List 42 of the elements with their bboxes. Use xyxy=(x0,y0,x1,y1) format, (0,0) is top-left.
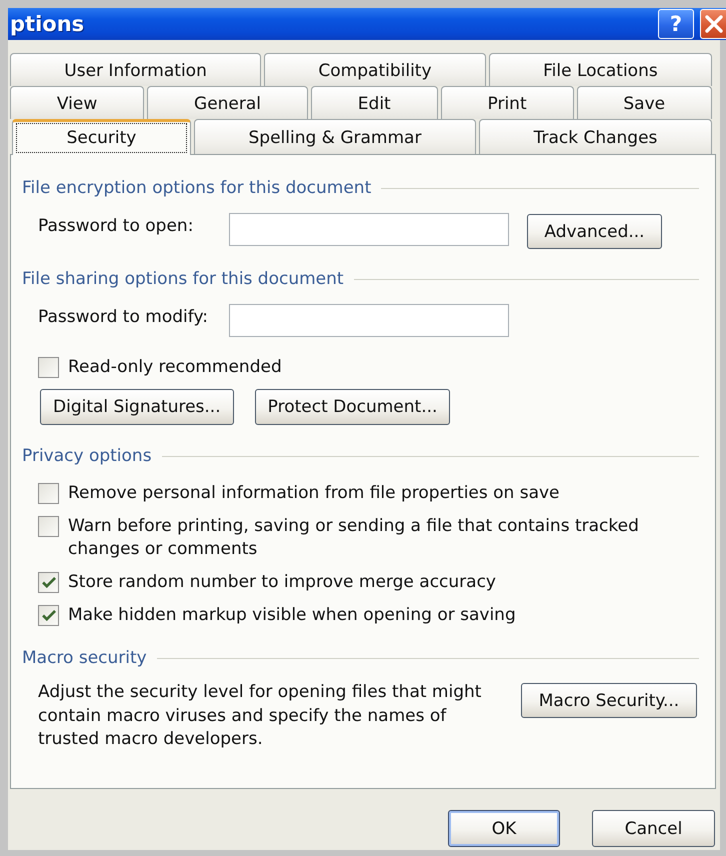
close-icon xyxy=(704,14,724,34)
dialog-button[interactable]: Protect Document... xyxy=(254,389,450,425)
checkbox-label: Make hidden markup visible when opening or saving xyxy=(68,604,516,627)
field-label: Password to modify: xyxy=(38,306,209,326)
checkbox-label: Read-only recommended xyxy=(68,356,282,379)
tab[interactable]: Edit xyxy=(310,86,438,119)
field-label: Password to open: xyxy=(38,216,194,236)
checkbox[interactable] xyxy=(38,357,59,378)
tab[interactable]: Print xyxy=(440,86,574,119)
checkbox-label: Store random number to improve merge accuracy xyxy=(68,571,496,594)
tab[interactable]: Track Changes xyxy=(479,119,712,154)
tab[interactable]: Security xyxy=(12,119,191,155)
section-heading: Macro security xyxy=(22,648,147,668)
check-icon xyxy=(42,610,56,621)
advanced-button[interactable]: Advanced... xyxy=(527,214,662,249)
tab[interactable]: User Information xyxy=(10,53,262,86)
password-field[interactable] xyxy=(229,213,509,246)
dialog-button[interactable]: OK xyxy=(448,810,560,847)
checkbox-label: Remove personal information from file properties on save xyxy=(68,482,560,505)
tab[interactable]: File Locations xyxy=(488,53,712,86)
dialog-button[interactable]: Cancel xyxy=(592,810,715,847)
close-button[interactable] xyxy=(700,9,726,39)
tab[interactable]: View xyxy=(10,86,144,119)
macro-security-button[interactable]: Macro Security... xyxy=(521,683,697,718)
tab[interactable]: Compatibility xyxy=(264,53,486,86)
section-heading: File sharing options for this document xyxy=(22,269,344,289)
checkbox-label: Warn before printing, saving or sending a file that contains tracked changes or comments xyxy=(68,515,640,561)
tab[interactable]: Save xyxy=(576,86,712,119)
checkbox[interactable] xyxy=(38,572,59,593)
window-title: ptions xyxy=(10,12,84,36)
help-button[interactable]: ? xyxy=(658,9,694,39)
description-text: Adjust the security level for opening files that might contain macro viruses and specify the names of trusted macro developers. xyxy=(38,681,482,751)
section-heading: File encryption options for this document xyxy=(22,178,372,198)
tab[interactable]: General xyxy=(147,86,308,119)
dialog-button[interactable]: Digital Signatures... xyxy=(40,389,234,425)
checkbox[interactable] xyxy=(38,516,59,537)
checkbox[interactable] xyxy=(38,483,59,504)
password-field[interactable] xyxy=(229,304,509,337)
checkbox[interactable] xyxy=(38,605,59,626)
section-heading: Privacy options xyxy=(22,446,152,466)
check-icon xyxy=(42,577,56,588)
tab[interactable]: Spelling & Grammar xyxy=(194,119,476,154)
